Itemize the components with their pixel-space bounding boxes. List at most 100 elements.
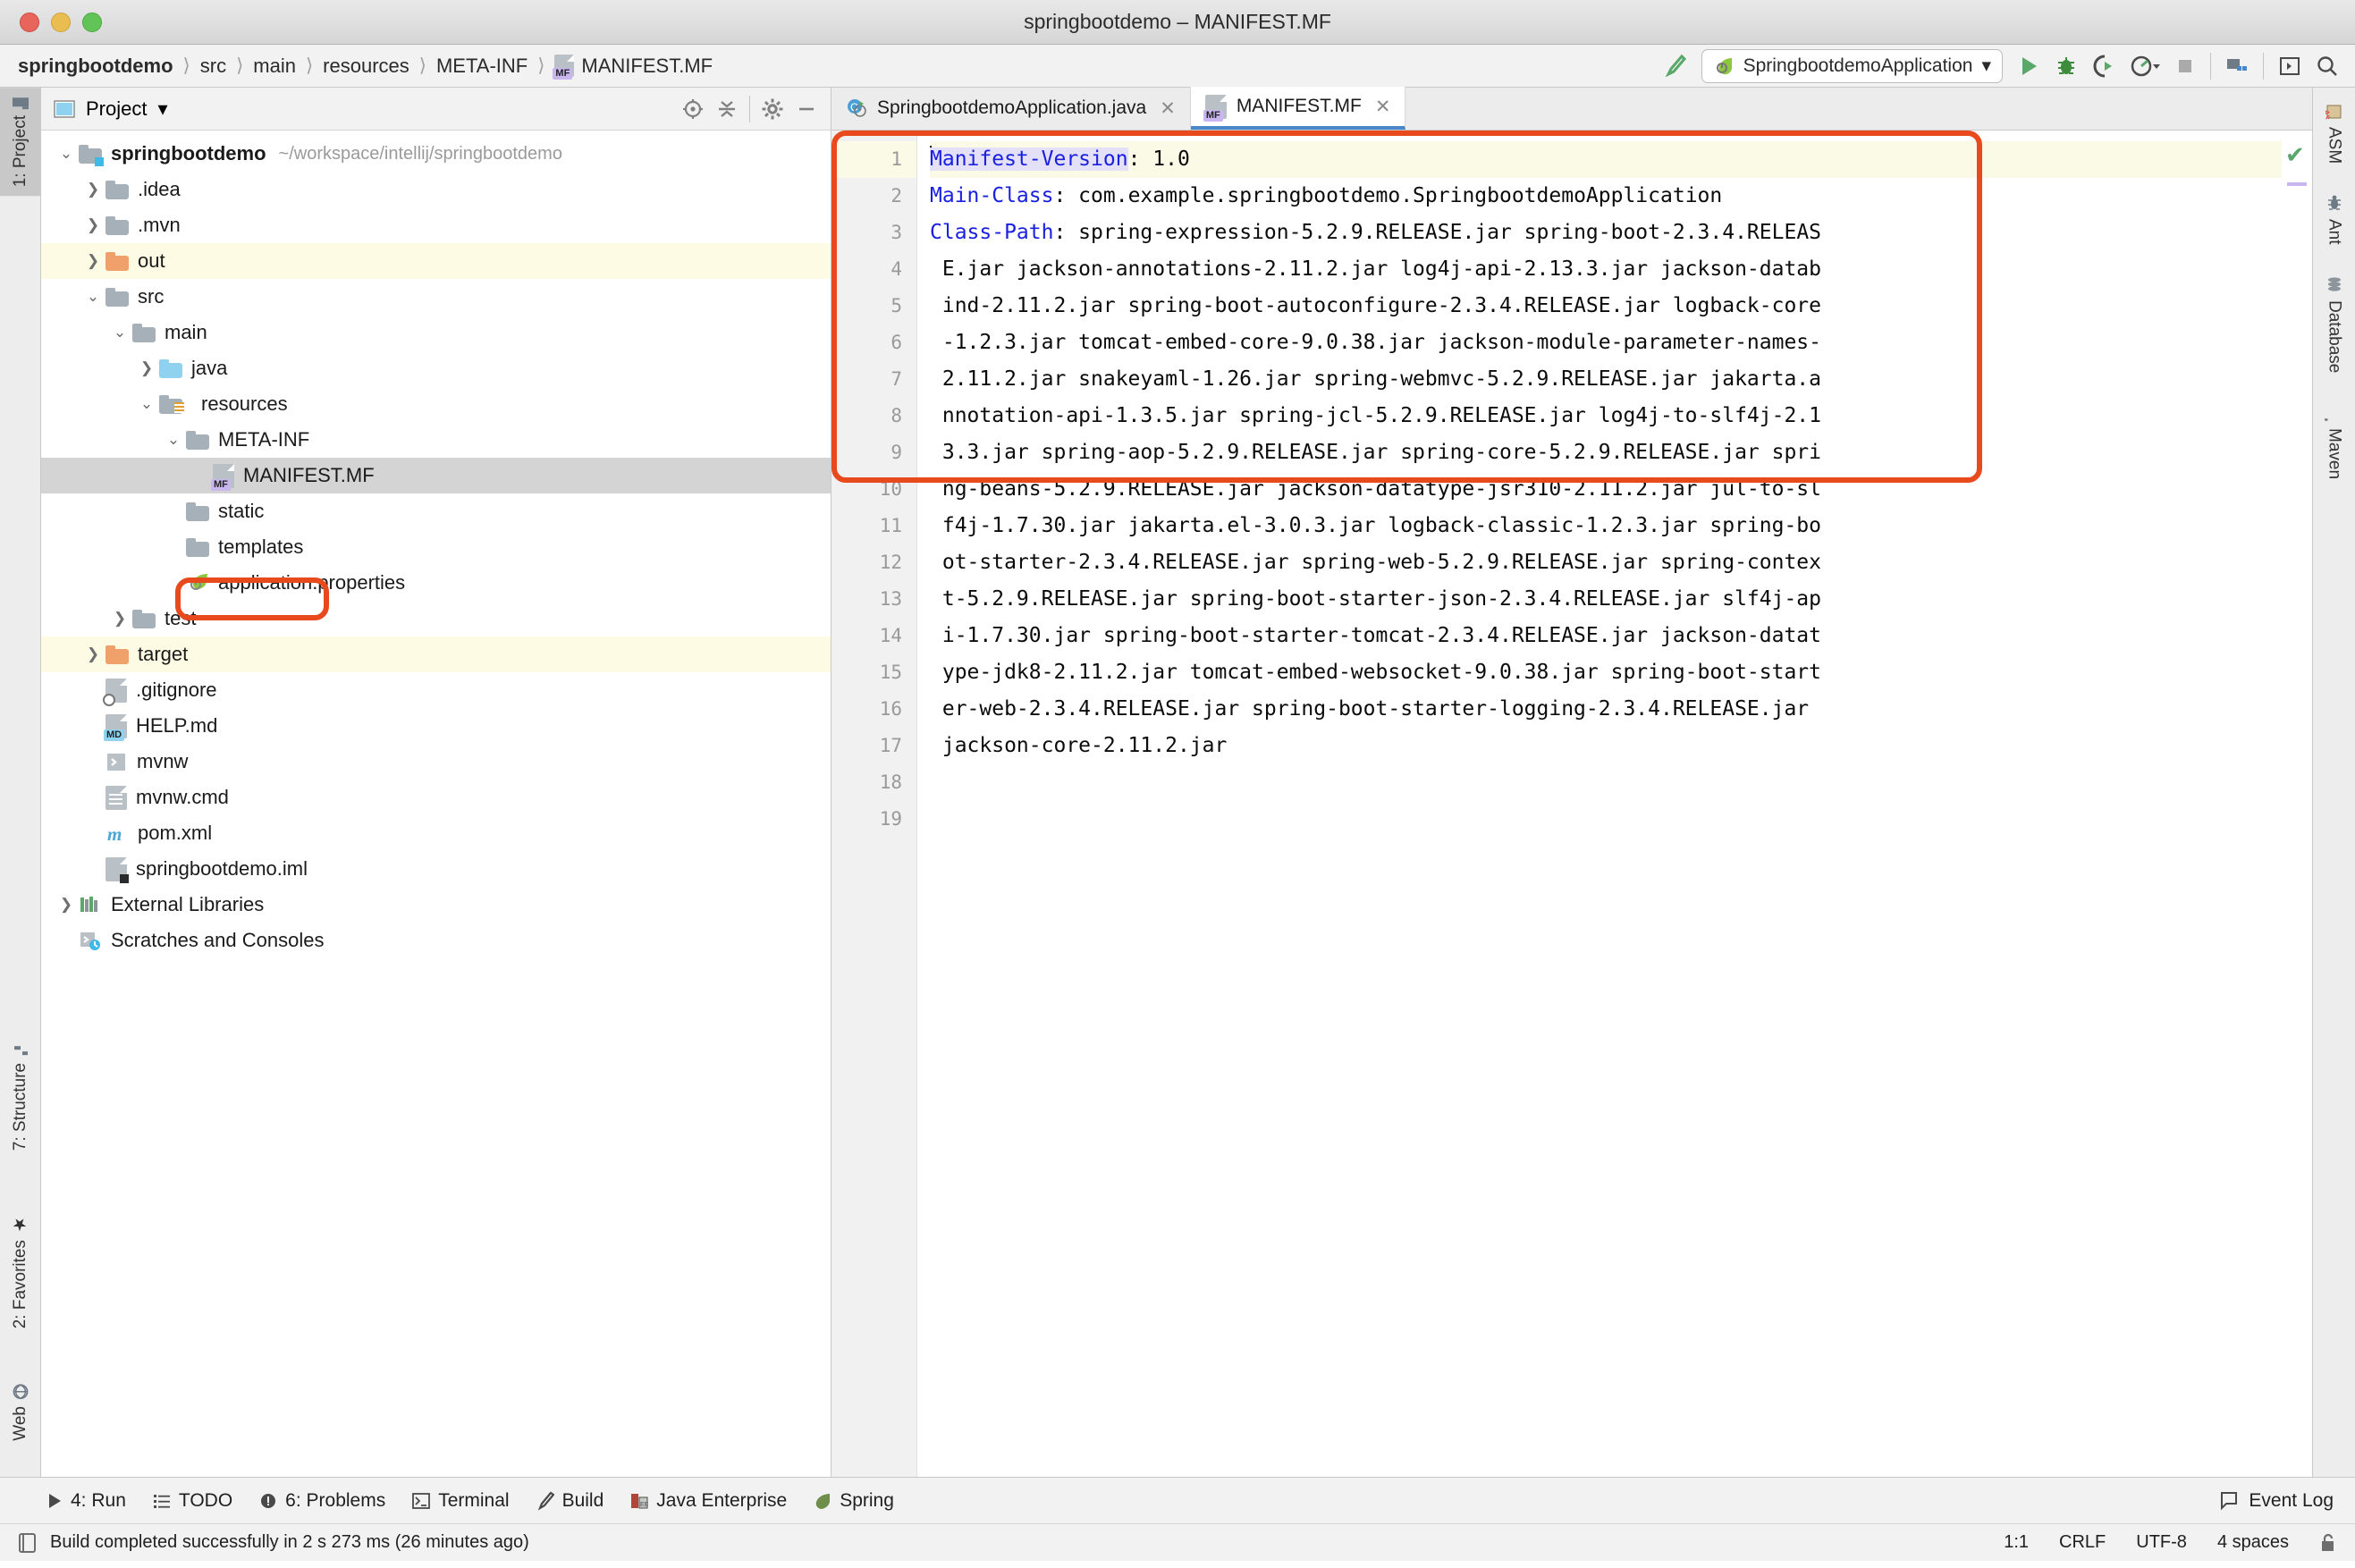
unlocked-icon[interactable] bbox=[2319, 1532, 2337, 1554]
manifest-key: Class-Path bbox=[930, 221, 1054, 244]
chevron-down-icon[interactable]: ⌄ bbox=[80, 288, 106, 306]
tab-manifest-mf[interactable]: MF MANIFEST.MF ✕ bbox=[1190, 87, 1406, 130]
tool-button-run[interactable]: 4: Run bbox=[46, 1490, 126, 1512]
tool-button-problems[interactable]: 6: Problems bbox=[259, 1490, 385, 1512]
tool-window-button-bar: 4: Run TODO 6: Problems Terminal Build E… bbox=[0, 1477, 2355, 1523]
chevron-right-icon[interactable]: ❯ bbox=[54, 896, 79, 914]
tree-row[interactable]: static bbox=[41, 493, 831, 529]
tree-row[interactable]: ⌄ src bbox=[41, 279, 831, 315]
maven-icon: m bbox=[2325, 403, 2344, 421]
toolbar-divider bbox=[2210, 52, 2211, 80]
tree-row[interactable]: mvnw.cmd bbox=[41, 780, 831, 815]
breadcrumb-item-src[interactable]: src bbox=[197, 55, 230, 78]
manifest-value: f4j-1.7.30.jar jakarta.el-3.0.3.jar logb… bbox=[930, 514, 1821, 537]
ant-icon bbox=[2325, 194, 2343, 212]
code-line: ot-starter-2.3.4.RELEASE.jar spring-web-… bbox=[930, 544, 2282, 581]
tree-row[interactable]: MF MANIFEST.MF bbox=[41, 458, 831, 493]
event-log-button[interactable]: Event Log bbox=[2218, 1490, 2334, 1512]
sidebar-item-favorites[interactable]: 2: Favorites ★ bbox=[0, 1205, 41, 1337]
sidebar-item-maven[interactable]: m Maven bbox=[2325, 403, 2344, 479]
stop-icon[interactable] bbox=[2174, 55, 2196, 77]
chevron-down-icon[interactable]: ⌄ bbox=[134, 395, 159, 413]
tree-row[interactable]: ⌄ springbootdemo ~/workspace/intellij/spri… bbox=[41, 136, 831, 172]
hammer-icon[interactable] bbox=[1664, 54, 1687, 79]
search-everywhere-icon[interactable] bbox=[2316, 55, 2339, 78]
tree-row-label: HELP.md bbox=[136, 714, 218, 737]
tree-row[interactable]: springbootdemo.iml bbox=[41, 851, 831, 887]
project-structure-icon[interactable] bbox=[2225, 55, 2249, 78]
close-icon[interactable]: ✕ bbox=[1160, 97, 1176, 120]
chevron-down-icon[interactable]: ⌄ bbox=[54, 145, 79, 163]
indent-indicator[interactable]: 4 spaces bbox=[2217, 1532, 2289, 1553]
sidebar-item-ant[interactable]: Ant bbox=[2325, 194, 2344, 245]
tree-row[interactable]: ❯ .idea bbox=[41, 172, 831, 207]
run-icon[interactable] bbox=[2017, 55, 2040, 78]
collapse-all-icon[interactable] bbox=[715, 97, 739, 121]
chevron-right-icon[interactable]: ❯ bbox=[134, 359, 159, 377]
sidebar-item-database[interactable]: Database bbox=[2325, 275, 2344, 373]
locate-icon[interactable] bbox=[681, 97, 705, 121]
hide-icon[interactable] bbox=[795, 97, 818, 121]
tool-button-build[interactable]: Build bbox=[536, 1490, 604, 1512]
chevron-right-icon[interactable]: ❯ bbox=[80, 645, 106, 663]
breadcrumb-separator-icon: ⟩ bbox=[182, 55, 190, 76]
markdown-file-icon: MD bbox=[104, 713, 127, 741]
breadcrumb-item-project[interactable]: springbootdemo bbox=[14, 55, 177, 78]
sidebar-item-web[interactable]: Web bbox=[0, 1375, 41, 1450]
tree-row[interactable]: ⌄ resources bbox=[41, 386, 831, 422]
caret-position-indicator[interactable]: 1:1 bbox=[2004, 1532, 2029, 1553]
run-with-coverage-icon[interactable] bbox=[2092, 55, 2115, 78]
tree-row[interactable]: ❯ target bbox=[41, 636, 831, 672]
breadcrumb-item-main[interactable]: main bbox=[249, 55, 300, 78]
tree-row[interactable]: Scratches and Consoles bbox=[41, 923, 831, 958]
tree-row[interactable]: m pom.xml bbox=[41, 815, 831, 851]
tree-row[interactable]: ❯ External Libraries bbox=[41, 887, 831, 923]
breadcrumb-item-resources[interactable]: resources bbox=[319, 55, 413, 78]
breadcrumb-item-manifest[interactable]: MF MANIFEST.MF bbox=[551, 55, 716, 80]
tree-row[interactable]: mvnw bbox=[41, 744, 831, 780]
build-hammer-icon bbox=[537, 1491, 554, 1511]
sidebar-item-structure[interactable]: 7: Structure bbox=[0, 1035, 41, 1159]
encoding-indicator[interactable]: UTF-8 bbox=[2136, 1532, 2187, 1553]
tree-row[interactable]: ❯ test bbox=[41, 601, 831, 636]
code-line: jackson-core-2.11.2.jar bbox=[930, 728, 2282, 764]
tree-row[interactable]: ⌄ main bbox=[41, 315, 831, 350]
tool-button-terminal[interactable]: Terminal bbox=[412, 1490, 510, 1512]
code-line: t-5.2.9.RELEASE.jar spring-boot-starter-… bbox=[930, 581, 2282, 618]
settings-gear-icon[interactable] bbox=[761, 97, 784, 121]
breadcrumb-item-meta-inf[interactable]: META-INF bbox=[433, 55, 531, 78]
tree-row[interactable]: templates bbox=[41, 529, 831, 565]
sidebar-item-asm[interactable]: ASM ASM bbox=[2325, 102, 2344, 164]
tree-row[interactable]: .gitignore bbox=[41, 672, 831, 708]
marker-strip[interactable]: ✔ bbox=[2282, 131, 2312, 1477]
chevron-down-icon[interactable]: ▾ bbox=[1981, 55, 1991, 77]
tree-row[interactable]: MD HELP.md bbox=[41, 708, 831, 744]
run-configuration-selector[interactable]: SpringbootdemoApplication ▾ bbox=[1701, 48, 2003, 83]
debug-icon[interactable] bbox=[2055, 55, 2078, 78]
chevron-down-icon[interactable]: ▾ bbox=[157, 97, 167, 121]
toggle-tool-window-icon[interactable] bbox=[2278, 55, 2301, 78]
profiler-icon[interactable] bbox=[2130, 55, 2160, 78]
code-content[interactable]: Manifest-Version: 1.0 Main-Class: com.exa… bbox=[917, 131, 2282, 1477]
tree-row-label: mvnw.cmd bbox=[136, 786, 229, 808]
chevron-right-icon[interactable]: ❯ bbox=[80, 216, 106, 234]
tab-springbootdemoapplication-java[interactable]: C SpringbootdemoApplication.java ✕ bbox=[831, 87, 1191, 130]
chevron-right-icon[interactable]: ❯ bbox=[80, 252, 106, 270]
chevron-down-icon[interactable]: ⌄ bbox=[161, 431, 186, 449]
sidebar-item-project[interactable]: 1: Project bbox=[0, 88, 41, 197]
tree-row[interactable]: ❯ .mvn bbox=[41, 207, 831, 243]
tree-row[interactable]: application.properties bbox=[41, 565, 831, 601]
tree-row[interactable]: ❯ out bbox=[41, 243, 831, 279]
tool-button-java-enterprise[interactable]: EE Java Enterprise bbox=[630, 1490, 787, 1512]
tree-row[interactable]: ❯ java bbox=[41, 350, 831, 386]
chevron-right-icon[interactable]: ❯ bbox=[80, 181, 106, 198]
tree-row[interactable]: ⌄ META-INF bbox=[41, 422, 831, 458]
tool-button-spring[interactable]: Spring bbox=[814, 1490, 894, 1512]
chevron-down-icon[interactable]: ⌄ bbox=[107, 324, 132, 341]
inspection-status-icon[interactable]: ✔ bbox=[2285, 141, 2305, 169]
chevron-right-icon[interactable]: ❯ bbox=[107, 610, 132, 628]
close-icon[interactable]: ✕ bbox=[1375, 96, 1391, 118]
project-tree[interactable]: ⌄ springbootdemo ~/workspace/intellij/spri… bbox=[41, 131, 831, 1477]
tool-button-todo[interactable]: TODO bbox=[153, 1490, 232, 1512]
line-separator-indicator[interactable]: CRLF bbox=[2059, 1532, 2106, 1553]
